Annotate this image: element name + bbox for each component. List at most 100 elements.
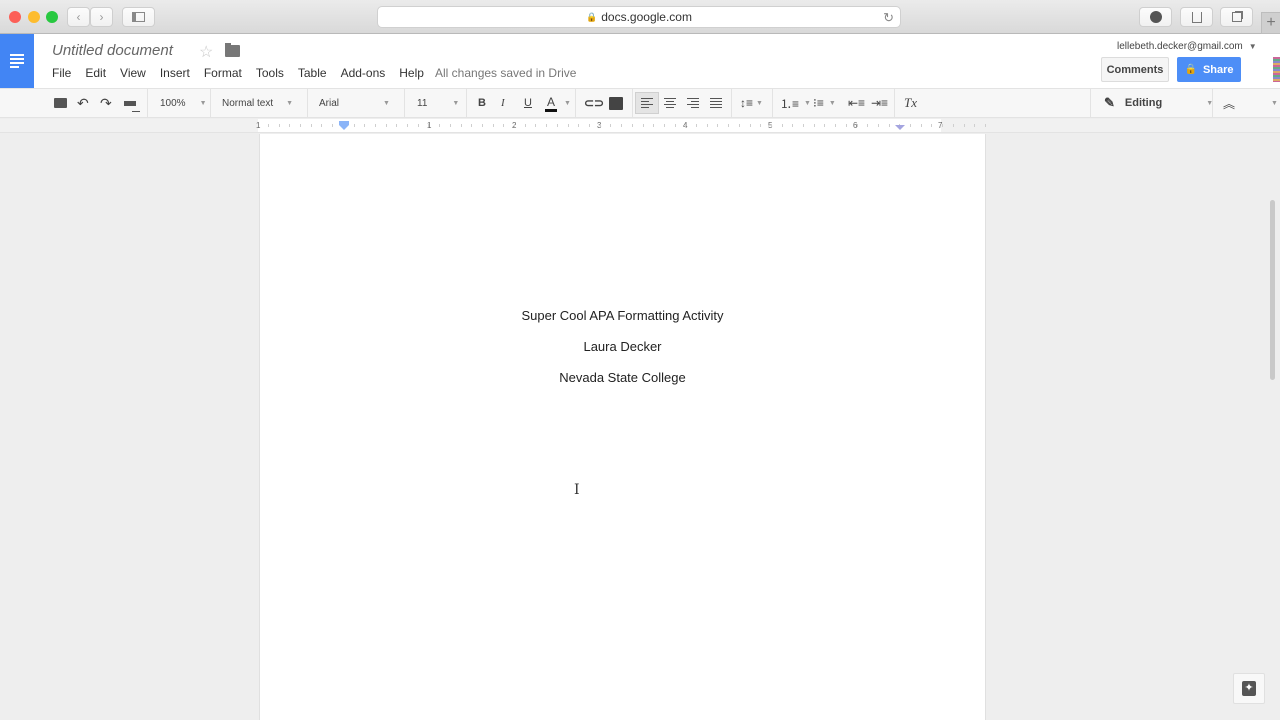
paint-format-button[interactable] xyxy=(124,95,136,111)
ruler-tick xyxy=(643,124,644,127)
menu-view[interactable]: View xyxy=(120,66,146,80)
ruler-tick xyxy=(760,124,761,127)
document-title[interactable]: Untitled document xyxy=(52,42,173,59)
ruler-tick xyxy=(428,124,429,127)
account-email: lellebeth.decker@gmail.com xyxy=(1117,41,1243,52)
menu-table[interactable]: Table xyxy=(298,66,327,80)
justify-icon xyxy=(710,98,722,108)
menu-help[interactable]: Help xyxy=(399,66,424,80)
account-switcher[interactable]: lellebeth.decker@gmail.com ▼ xyxy=(1117,41,1257,52)
increase-indent-button[interactable]: ⇥≡ xyxy=(871,95,888,111)
menu-insert[interactable]: Insert xyxy=(160,66,190,80)
document-institution-line[interactable]: Nevada State College xyxy=(259,370,986,385)
underline-button[interactable]: U xyxy=(524,95,532,111)
tabs-overview-button[interactable] xyxy=(1220,7,1253,27)
mode-value: Editing xyxy=(1124,97,1163,109)
ruler-tick xyxy=(867,124,868,127)
paint-format-icon xyxy=(124,100,136,106)
pencil-icon: ✎ xyxy=(1104,95,1115,110)
style-select[interactable]: Normal text ▼ xyxy=(222,95,293,111)
font-size-select[interactable]: 11 ▼ xyxy=(417,95,459,111)
ruler-tick xyxy=(300,124,301,127)
numbered-list-button[interactable]: ⒈≡ ▼ xyxy=(780,95,811,111)
comments-button[interactable]: Comments xyxy=(1101,57,1169,82)
ruler-tick xyxy=(696,124,697,127)
insert-link-button[interactable]: ⊂⊃ xyxy=(584,95,604,111)
font-select[interactable]: Arial ▼ xyxy=(319,95,390,111)
menu-format[interactable]: Format xyxy=(204,66,242,80)
share-page-button[interactable] xyxy=(1180,7,1213,27)
menu-tools[interactable]: Tools xyxy=(256,66,284,80)
align-left-button[interactable] xyxy=(635,92,659,114)
ruler-tick xyxy=(557,124,558,127)
address-bar[interactable]: 🔒 docs.google.com ↻ xyxy=(377,6,901,28)
ruler-tick xyxy=(321,124,322,127)
left-indent-handle[interactable] xyxy=(339,125,349,130)
right-indent-handle[interactable] xyxy=(895,125,905,130)
dropdown-icon: ▼ xyxy=(286,99,294,107)
star-icon[interactable]: ☆ xyxy=(199,42,213,62)
minimize-window-button[interactable] xyxy=(28,11,40,23)
zoom-select[interactable]: 100% ▼ xyxy=(160,95,207,111)
menu-edit[interactable]: Edit xyxy=(85,66,106,80)
new-tab-button[interactable]: + xyxy=(1261,12,1280,34)
chevron-left-icon: ‹ xyxy=(76,10,81,24)
folder-icon[interactable] xyxy=(225,43,240,57)
reload-icon[interactable]: ↻ xyxy=(883,10,894,26)
zoom-window-button[interactable] xyxy=(46,11,58,23)
text-color-button[interactable]: A xyxy=(545,95,558,112)
decrease-indent-button[interactable]: ⇤≡ xyxy=(848,95,865,111)
menu-file[interactable]: File xyxy=(52,66,71,80)
undo-button[interactable]: ↶ xyxy=(77,95,89,111)
close-window-button[interactable] xyxy=(9,11,21,23)
sidebar-toggle-button[interactable] xyxy=(122,7,155,27)
plus-icon: + xyxy=(1266,14,1276,31)
share-button[interactable]: 🔒 Share xyxy=(1177,57,1241,82)
line-spacing-button[interactable]: ↕≡ ▼ xyxy=(740,95,763,111)
explore-button[interactable]: ✦ xyxy=(1233,673,1265,704)
editing-mode-select[interactable]: ✎ Editing ▼ xyxy=(1104,95,1213,111)
align-left-icon xyxy=(641,98,653,108)
ruler-tick xyxy=(514,124,515,127)
redo-button[interactable]: ↷ xyxy=(100,95,112,111)
ruler-tick xyxy=(493,124,494,127)
ruler-tick xyxy=(354,124,355,127)
bulleted-list-button[interactable]: ⁝≡ ▼ xyxy=(813,95,836,111)
collapse-menus-button[interactable]: ︽ xyxy=(1223,95,1235,111)
link-icon: ⊂⊃ xyxy=(584,96,605,110)
toolbar-overflow[interactable]: ▼ xyxy=(1271,95,1278,111)
bold-button[interactable]: B xyxy=(478,95,486,111)
align-right-button[interactable] xyxy=(687,95,699,111)
save-status[interactable]: All changes saved in Drive xyxy=(435,66,576,80)
print-button[interactable] xyxy=(54,95,67,111)
docs-logo-icon xyxy=(10,54,24,68)
forward-button[interactable]: › xyxy=(90,7,113,27)
chevron-right-icon: › xyxy=(99,10,104,24)
avatar[interactable] xyxy=(1273,57,1280,82)
italic-button[interactable]: I xyxy=(501,95,505,111)
downloads-button[interactable] xyxy=(1139,7,1172,27)
scrollbar[interactable] xyxy=(1270,200,1275,380)
ruler-tick xyxy=(974,124,975,127)
ruler-tick xyxy=(685,124,686,127)
document-page[interactable] xyxy=(259,134,986,720)
justify-button[interactable] xyxy=(710,95,722,111)
text-color-dropdown[interactable]: ▼ xyxy=(564,95,571,111)
bulleted-list-icon: ⁝≡ xyxy=(813,96,824,110)
ruler-tick xyxy=(792,124,793,127)
clear-formatting-button[interactable]: Tx xyxy=(904,95,917,111)
font-size-value: 11 xyxy=(417,97,428,109)
document-title-line[interactable]: Super Cool APA Formatting Activity xyxy=(259,308,986,323)
back-button[interactable]: ‹ xyxy=(67,7,90,27)
url-text: docs.google.com xyxy=(601,10,692,24)
dropdown-icon: ▼ xyxy=(804,99,811,107)
dropdown-icon: ▼ xyxy=(756,99,763,107)
insert-comment-button[interactable] xyxy=(609,95,623,111)
ruler-tick xyxy=(268,124,269,127)
ruler-tick xyxy=(675,124,676,127)
align-center-button[interactable] xyxy=(664,95,676,111)
docs-home-button[interactable] xyxy=(0,34,34,88)
document-author-line[interactable]: Laura Decker xyxy=(259,339,986,354)
menu-addons[interactable]: Add-ons xyxy=(341,66,386,80)
ruler-tick xyxy=(568,124,569,127)
